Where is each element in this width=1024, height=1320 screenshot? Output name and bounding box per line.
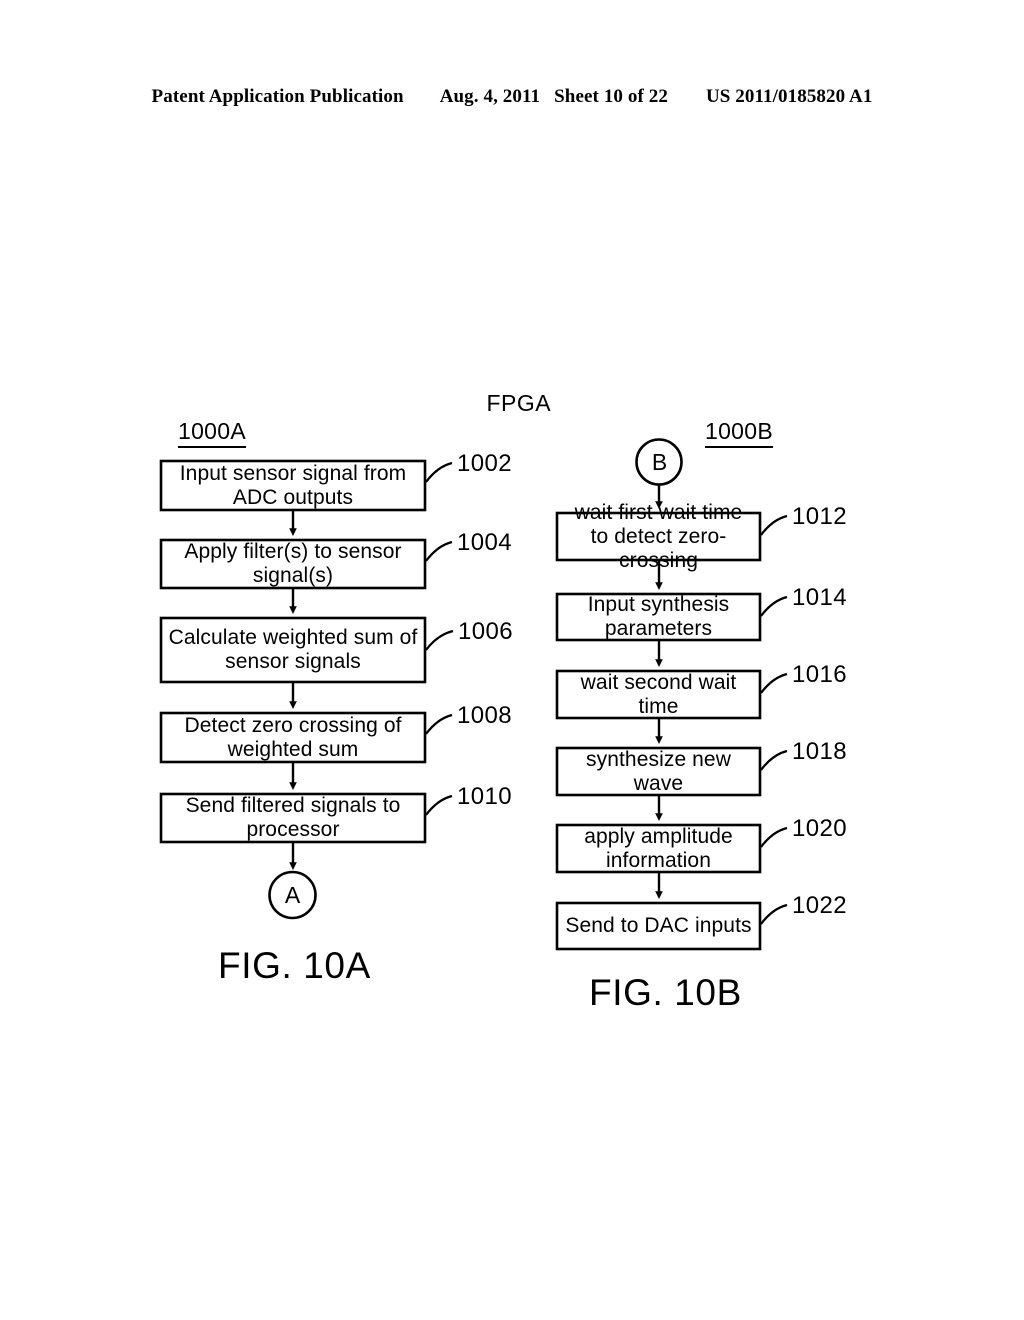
flow-a-step-label-1004: Apply filter(s) to sensor signal(s) [184,540,402,587]
flow-b-step-label-1014: Input synthesis parameters [587,593,730,640]
flow-a-step-label-1008: Detect zero crossing of weighted sum [184,713,402,761]
leader-line-1006 [425,629,454,651]
leader-line-1016 [760,672,788,694]
leader-line-1008 [425,713,453,735]
flow-a-connector-label-a: A [284,882,301,908]
flow-a-step-label-1010: Send filtered signals to processor [185,794,401,841]
leader-line-1014 [760,595,788,617]
flow-b-identifier: 1000B [705,418,774,448]
flow-b-ref-1016: 1016 [792,661,847,688]
leader-line-1004 [425,540,453,562]
flow-a-ref-1002: 1002 [457,450,512,477]
flow-a-step-label-1002: Input sensor signal from ADC outputs [179,461,407,509]
flow-b-leader-lines [760,514,788,925]
flow-b-ref-1012: 1012 [792,503,847,530]
leader-line-1010 [425,794,453,816]
leader-line-1018 [760,749,788,771]
figure-caption-10a: FIG. 10A [218,945,371,986]
flow-b-step-label-1022: Send to DAC inputs [565,914,752,937]
leader-line-1002 [425,461,453,483]
flow-b-ref-1020: 1020 [792,815,847,842]
figure-vector-layer [159,438,788,951]
patent-figure-drawing: FPGA 1000A 1000B Input sensor signal fro… [0,0,1024,1320]
fpga-title-text: FPGA [486,390,552,416]
flow-b-step-label-1012: wait first wait time to detect zero-cros… [574,500,743,572]
leader-line-1022 [760,903,788,925]
flow-b-ref-1018: 1018 [792,738,847,765]
flow-b-step-label-1018: synthesize new wave [586,747,731,795]
figure-caption-10b: FIG. 10B [589,972,742,1013]
fpga-title: FPGA [0,363,1024,444]
flow-a-ref-1004: 1004 [457,529,512,556]
flow-b-step-label-1016: wait second wait time [580,670,737,718]
flow-b-ref-1022: 1022 [792,892,847,919]
flow-a-leader-lines [425,461,454,816]
flow-a-ref-1006: 1006 [458,618,513,645]
flow-a-identifier: 1000A [178,418,247,448]
flow-a-ref-1008: 1008 [457,702,512,729]
flow-b-ref-1014: 1014 [792,584,847,611]
flow-a-ref-1010: 1010 [457,783,512,810]
flow-b-step-label-1020: apply amplitude information [584,824,733,872]
leader-line-1012 [760,514,788,536]
leader-line-1020 [760,826,788,848]
flow-b-connector-label-b: B [651,449,668,475]
flow-a-step-label-1006: Calculate weighted sum of sensor signals [168,626,418,673]
